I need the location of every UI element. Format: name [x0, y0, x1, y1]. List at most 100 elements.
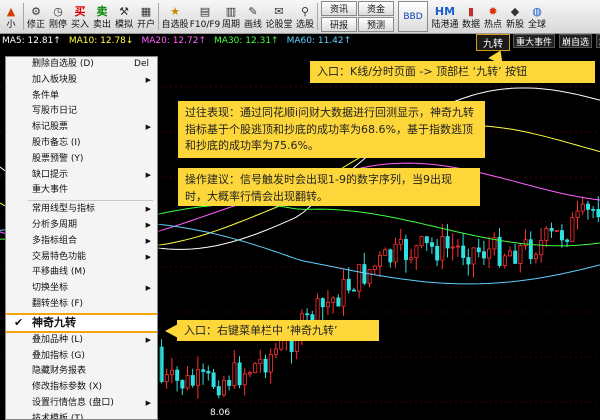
menu-item[interactable]: 股市备忘 (I)	[6, 136, 157, 152]
candle-body	[253, 363, 258, 374]
f10-button[interactable]: ▤ F10/F9	[190, 0, 221, 33]
up-arrow-icon: ▲	[6, 4, 16, 18]
menu-item[interactable]: 加入板块股 ▶	[6, 73, 157, 89]
menu-item[interactable]: 修改指标参数 (X)	[6, 380, 157, 396]
menu-item[interactable]: 设置行情信息 (盘口) ▶	[6, 396, 157, 412]
menu-item-label: 切换坐标	[32, 283, 69, 294]
minimize-button[interactable]: ▲ 小	[0, 0, 22, 33]
menu-item[interactable]: 缺口提示 ▶	[6, 168, 157, 184]
edit-button[interactable]: ⚙ 修正	[25, 0, 47, 33]
filter-icon: ⚲	[300, 4, 310, 18]
menu-item-label: 标记股票	[32, 122, 69, 133]
simulate-label: 模拟	[114, 19, 133, 30]
draw-label: 画线	[243, 19, 262, 30]
bbd-button[interactable]: BBD	[398, 1, 428, 32]
new-stock-label: 新股	[505, 19, 524, 30]
watchlist-button[interactable]: ★ 自选股	[160, 0, 190, 33]
menu-item-label: 叠加品种 (L)	[32, 334, 83, 345]
menu-item[interactable]: 平移曲线 (M)	[6, 265, 157, 281]
submenu-arrow-icon: ▶	[145, 236, 151, 245]
toolbar-info-grid: 资讯 资金 研报 预测	[319, 0, 396, 33]
menu-item[interactable]: 标记股票 ▶	[6, 120, 157, 136]
watchlist-label: 自选股	[161, 19, 189, 30]
notebook-label: 论股堂	[265, 19, 293, 30]
menu-item-label: 股票预警 (Y)	[32, 153, 84, 164]
menu-item-label: 隐藏财务报表	[32, 366, 87, 377]
candle-body	[258, 358, 263, 365]
notebook-button[interactable]: ✉ 论股堂	[264, 0, 294, 33]
menu-item-label: 交易特色功能	[32, 251, 87, 262]
check-icon: ✔	[14, 315, 24, 329]
menu-item[interactable]: 分析多周期 ▶	[6, 218, 157, 234]
period-button[interactable]: ▥ 周期	[220, 0, 242, 33]
info-grid-button[interactable]: 资讯	[321, 1, 357, 16]
sell-button[interactable]: 卖卖出	[91, 0, 113, 33]
sell-icon: 卖	[96, 4, 108, 18]
data-button[interactable]: ▮ 数据	[460, 0, 482, 33]
stop-button[interactable]: ◷ 刚停	[47, 0, 69, 33]
candle-body	[554, 230, 559, 233]
global-button[interactable]: ◍ 全球	[526, 0, 548, 33]
menu-item[interactable]: 股票预警 (Y)	[6, 152, 157, 168]
buy-button[interactable]: 买买入	[69, 0, 91, 33]
info-grid-button[interactable]: 资金	[358, 1, 394, 16]
candle-body	[372, 265, 377, 270]
candle-body	[481, 251, 486, 259]
candle-body	[242, 373, 247, 386]
candle-body	[320, 298, 325, 308]
candle-body	[336, 297, 341, 307]
candle-body	[305, 313, 310, 316]
open-button[interactable]: ▦ 开户	[135, 0, 157, 33]
candle-body	[164, 374, 169, 383]
info-grid-button[interactable]: 研报	[321, 17, 357, 32]
candle-body	[471, 247, 476, 265]
menu-item[interactable]: 写股市日记	[6, 104, 157, 120]
menu-item-label: 多指标组合	[32, 235, 78, 246]
menu-item-label: 重大事件	[32, 185, 69, 196]
candle-body	[570, 217, 575, 242]
edit-label: 修正	[26, 19, 45, 30]
menu-item[interactable]: 删除自选股 (D) Del	[6, 57, 157, 73]
menu-item[interactable]: 条件单	[6, 89, 157, 105]
menu-item[interactable]: 切换坐标 ▶	[6, 281, 157, 297]
submenu-arrow-icon: ▶	[145, 335, 151, 344]
new-stock-button[interactable]: ◆ 新股	[504, 0, 526, 33]
candle-body	[580, 203, 585, 212]
global-label: 全球	[527, 19, 546, 30]
menu-item[interactable]: 重大事件	[6, 183, 157, 199]
menu-item[interactable]: 多指标组合 ▶	[6, 234, 157, 250]
simulate-button[interactable]: ⚒ 模拟	[113, 0, 135, 33]
tab-major-events[interactable]: 重大事件	[513, 34, 556, 48]
note-menu-entry: 入口：右键菜单栏中 ‘神奇九转’	[165, 320, 379, 341]
submenu-arrow-icon: ▶	[145, 205, 151, 214]
info-grid-button[interactable]: 预测	[358, 17, 394, 32]
candle-body	[159, 346, 164, 383]
menu-item[interactable]: 技术模板 (T)	[6, 412, 157, 419]
tab-watchlist[interactable]: 崩自选	[559, 34, 593, 48]
candle-body	[461, 245, 466, 258]
select-stock-button[interactable]: ⚲ 选股	[294, 0, 316, 33]
note-history: 过往表现：通过同花顺i问财大数据进行回测显示，神奇九转指标基于个股逃顶和抄底的成…	[178, 101, 485, 158]
context-menu: 删除自选股 (D) Del 加入板块股 ▶ 条件单 写股市日记 标记股票 ▶ 股市备忘 (I) 股…	[5, 56, 158, 420]
ma30-value: MA30: 12.31↑	[214, 35, 279, 46]
menu-item-jiuzhuan[interactable]: ✔ 神奇九转	[6, 312, 157, 333]
hk-connect-button[interactable]: HM 陆港通	[430, 0, 460, 33]
menu-item[interactable]: 叠加指标 (G)	[6, 349, 157, 365]
menu-item-label: 叠加指标 (G)	[32, 350, 85, 361]
draw-button[interactable]: ✎ 画线	[242, 0, 264, 33]
candle-body	[575, 210, 580, 219]
menu-item-label: 神奇九转	[32, 315, 76, 329]
menu-item-label: 删除自选股 (D)	[32, 59, 94, 69]
candle-body	[591, 208, 596, 211]
menu-item[interactable]: 隐藏财务报表	[6, 364, 157, 380]
hot-button[interactable]: ✹ 热点	[482, 0, 504, 33]
menu-item[interactable]: 翻转坐标 (F)	[6, 297, 157, 313]
menu-item[interactable]: 常用线型与指标 ▶	[6, 202, 157, 218]
menu-item[interactable]: 叠加品种 (L) ▶	[6, 333, 157, 349]
menu-item[interactable]: 交易特色功能 ▶	[6, 250, 157, 266]
candle-body	[362, 264, 367, 284]
candle-body	[497, 236, 502, 266]
low-price-label: 8.06	[210, 408, 231, 418]
candle-body	[247, 372, 252, 375]
tab-ma[interactable]: 均线	[596, 34, 600, 48]
